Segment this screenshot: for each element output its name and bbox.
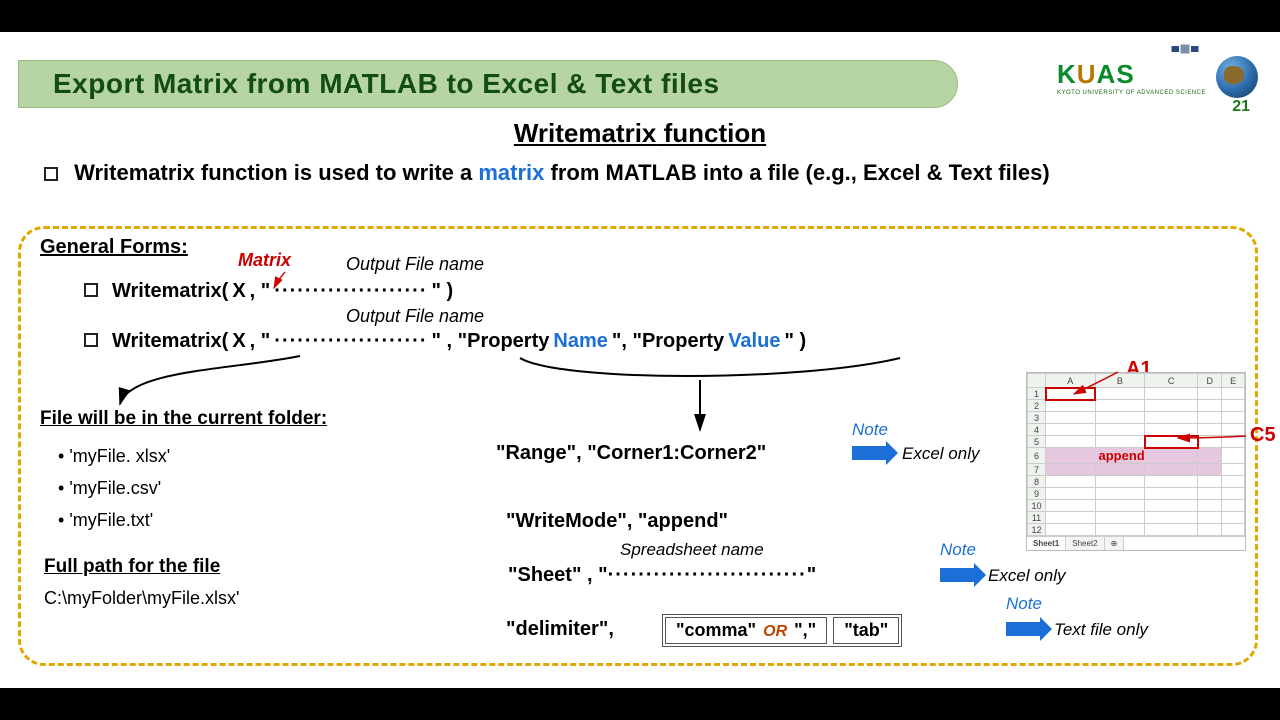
append-label: append — [1046, 448, 1198, 464]
globe-icon — [1216, 56, 1258, 98]
cell-c5-label: C5 — [1250, 424, 1276, 447]
sheet-tab: Sheet2 — [1066, 537, 1104, 550]
note-label: Note — [1006, 594, 1042, 614]
output-file-label-1: Output File name — [346, 254, 484, 275]
excel-only-label: Excel only — [902, 444, 979, 464]
title-banner: Export Matrix from MATLAB to Excel & Tex… — [18, 60, 958, 108]
page-number: 21 — [1232, 98, 1250, 116]
note-label: Note — [940, 540, 976, 560]
fullpath-value: C:\myFolder\myFile.xlsx' — [44, 588, 239, 609]
spreadsheet-name-hint: Spreadsheet name — [620, 540, 764, 560]
list-item: 'myFile.csv' — [74, 472, 170, 504]
arrow-right-icon — [1006, 622, 1040, 636]
prop-range: "Range", "Corner1:Corner2" — [496, 442, 766, 465]
output-file-label-2: Output File name — [346, 306, 484, 327]
bullet-icon — [44, 167, 58, 181]
logo-area: KUAS KYOTO UNIVERSITY OF ADVANCED SCIENC… — [1057, 56, 1258, 98]
delim-option-comma: "comma" OR "," — [665, 617, 827, 644]
syntax-form-2: Writematrix( X , " ···················· … — [84, 330, 806, 353]
excel-preview: A B C D E 1 2 3 4 5 6append 7 8 9 10 11 … — [1026, 372, 1246, 551]
intro-line: Writematrix function is used to write a … — [44, 160, 1240, 186]
intro-matrix: matrix — [478, 160, 544, 185]
bullet-icon — [84, 283, 98, 297]
arrow-right-icon — [940, 568, 974, 582]
list-item: 'myFile. xlsx' — [74, 440, 170, 472]
text-only-label: Text file only — [1054, 620, 1148, 640]
bottom-black-bar — [0, 688, 1280, 720]
slide-title: Export Matrix from MATLAB to Excel & Tex… — [53, 68, 720, 100]
kuas-subtext: KYOTO UNIVERSITY OF ADVANCED SCIENCE — [1057, 90, 1206, 96]
bullet-icon — [84, 333, 98, 347]
excel-sheet-tabs: Sheet1 Sheet2 ⊕ — [1027, 536, 1245, 550]
arrow-right-icon — [852, 446, 886, 460]
prop-sheet: "Sheet" , "··························" — [508, 564, 816, 587]
delimiter-options: "comma" OR "," "tab" — [662, 614, 902, 647]
subtitle-suffix: function — [656, 118, 766, 148]
intro-prefix: Writematrix function is used to write a — [74, 160, 478, 185]
prop-writemode: "WriteMode", "append" — [506, 510, 728, 533]
file-type-list: 'myFile. xlsx' 'myFile.csv' 'myFile.txt' — [74, 440, 170, 536]
note-label: Note — [852, 420, 888, 440]
sheet-tab: Sheet1 — [1027, 537, 1066, 550]
subtitle: Writematrix function — [0, 118, 1280, 149]
intro-suffix: from MATLAB into a file (e.g., Excel & T… — [551, 160, 1050, 185]
fullpath-heading: Full path for the file — [44, 556, 220, 578]
excel-only-label: Excel only — [988, 566, 1065, 586]
syntax-form-1: Writematrix( X , " ···················· … — [84, 280, 453, 303]
top-black-bar — [0, 0, 1280, 32]
matrix-var-label: Matrix — [238, 250, 291, 271]
list-item: 'myFile.txt' — [74, 504, 170, 536]
satellite-icon — [1168, 40, 1202, 58]
general-forms-heading: General Forms: — [40, 236, 188, 259]
current-folder-heading: File will be in the current folder: — [40, 408, 327, 430]
subtitle-main: Writematrix — [514, 118, 657, 148]
prop-delimiter-key: "delimiter", — [506, 618, 614, 641]
delim-option-tab: "tab" — [833, 617, 899, 644]
kuas-logo: KUAS — [1057, 59, 1206, 90]
add-sheet-icon: ⊕ — [1105, 537, 1125, 550]
